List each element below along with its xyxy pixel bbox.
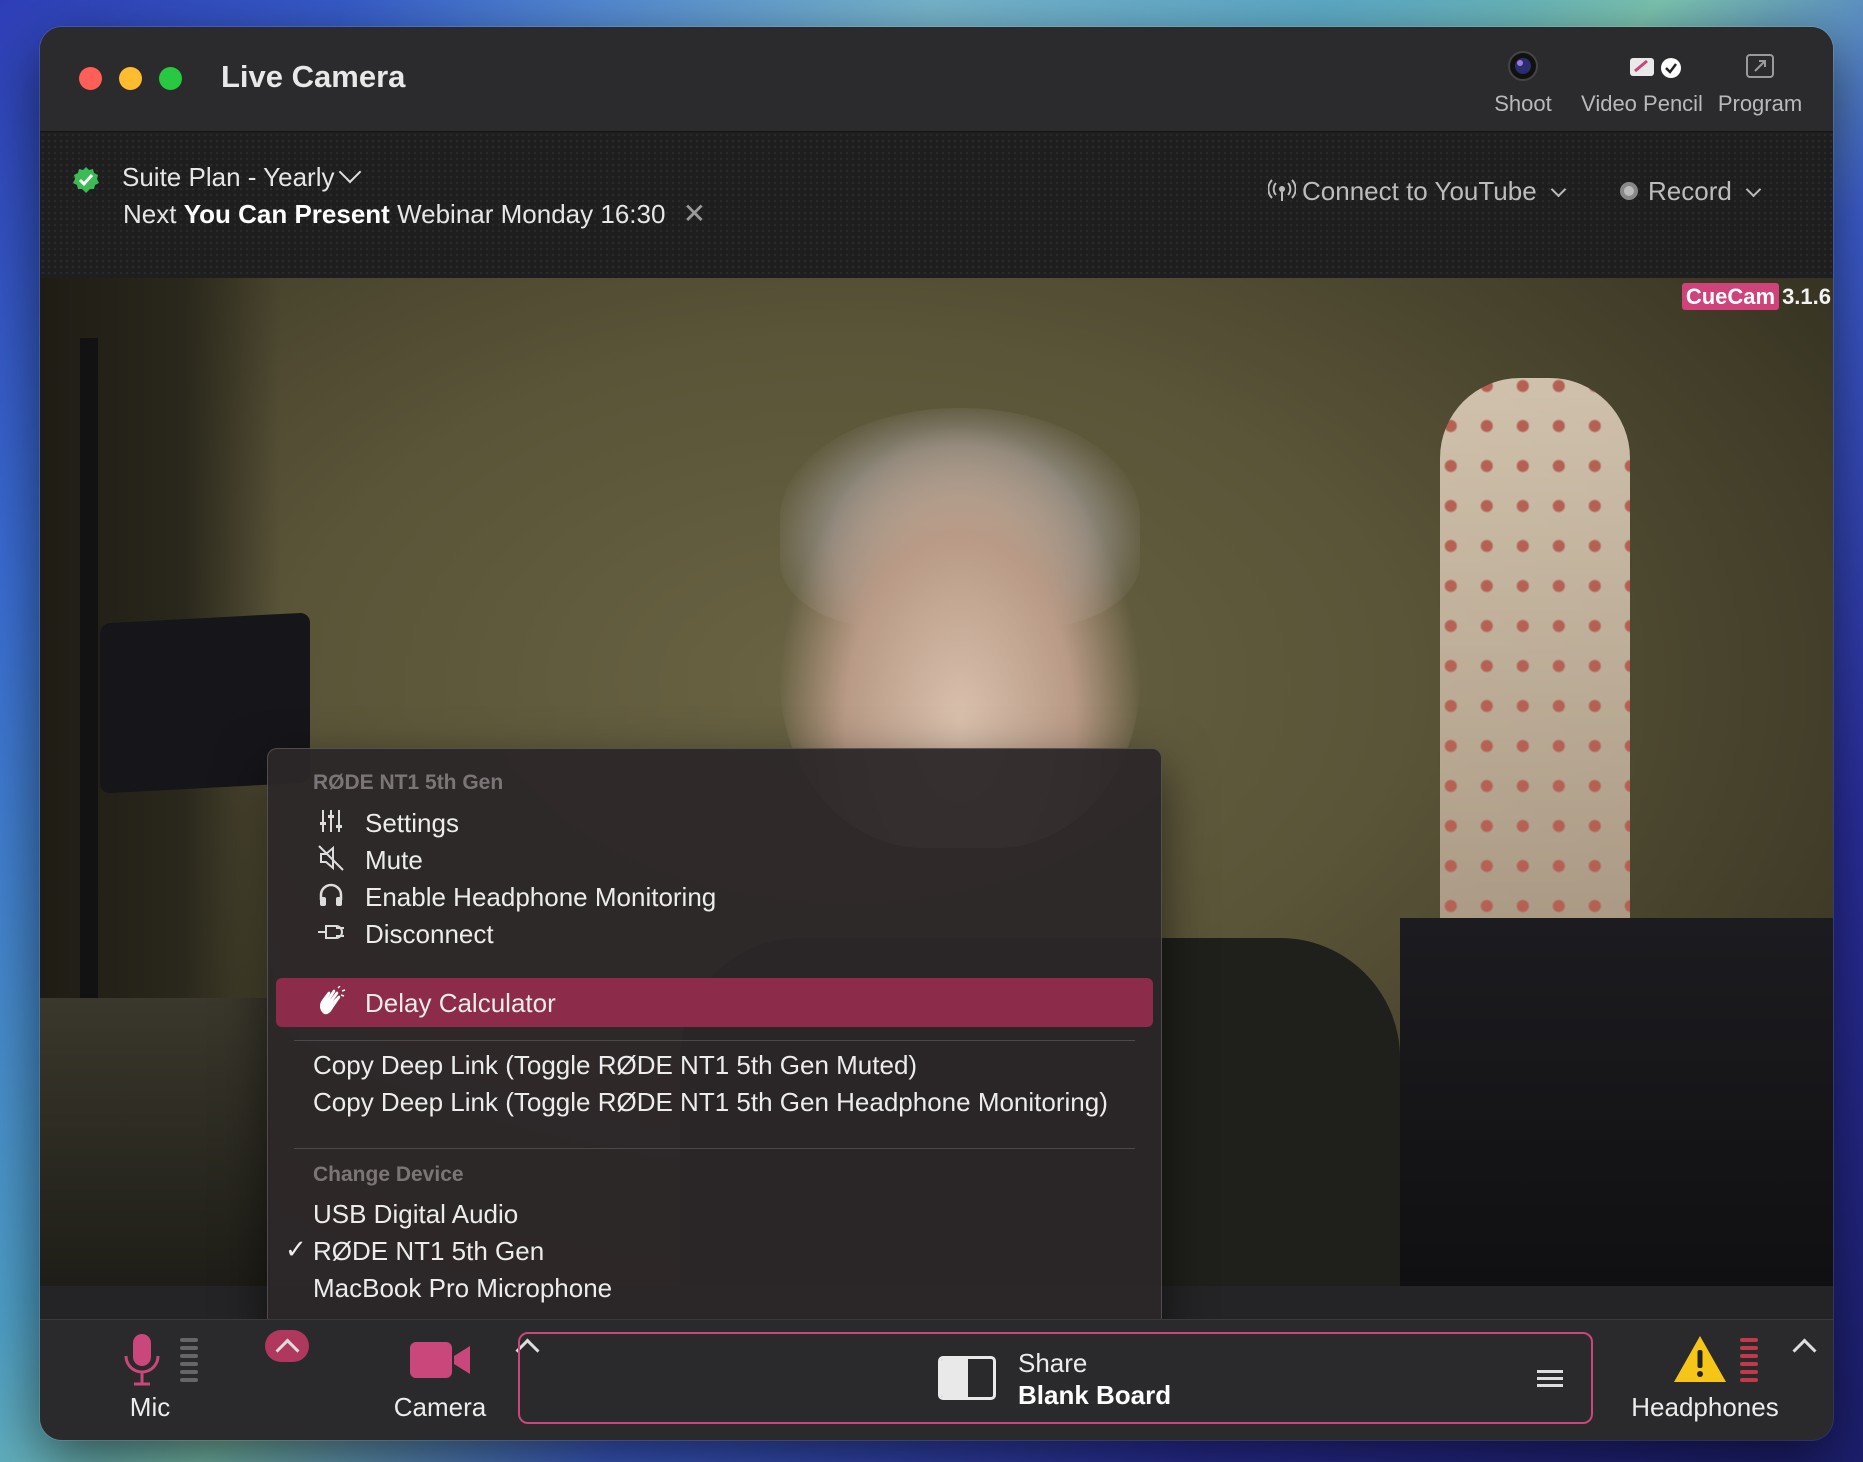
zoom-window-button[interactable] <box>159 67 182 90</box>
webinar-prefix: Next <box>123 199 177 229</box>
program-label: Program <box>1717 91 1803 116</box>
mic-context-menu: RØDE NT1 5th Gen Settings Mute Enable He… <box>267 748 1162 1345</box>
video-pencil-button[interactable]: Video Pencil <box>1552 49 1732 117</box>
chevron-down-icon <box>1550 181 1566 198</box>
close-window-button[interactable] <box>79 67 102 90</box>
webinar-time: Webinar Monday 16:30 <box>397 199 666 229</box>
chevron-down-icon <box>339 160 362 184</box>
background-chair <box>1400 918 1833 1286</box>
share-target-label: Blank Board <box>1018 1380 1172 1410</box>
video-camera-icon <box>410 1342 470 1378</box>
menu-item-device-usb-digital-audio[interactable]: USB Digital Audio <box>268 1195 1161 1233</box>
menu-item-copy-deep-link-monitoring[interactable]: Copy Deep Link (Toggle RØDE NT1 5th Gen … <box>268 1083 1161 1121</box>
menu-item-label: Enable Headphone Monitoring <box>365 882 717 912</box>
webinar-notice: Next You Can Present Webinar Monday 16:3… <box>123 197 706 230</box>
minimize-window-button[interactable] <box>119 67 142 90</box>
bottom-toolbar: Mic Camera Share Blank Board Headphones <box>40 1319 1833 1440</box>
headphones-icon <box>319 883 343 906</box>
plan-label: Suite Plan - Yearly <box>122 162 335 192</box>
chevron-up-icon <box>275 1338 300 1363</box>
headphones-label: Headphones <box>1631 1392 1779 1422</box>
webinar-name: You Can Present <box>183 199 390 229</box>
menu-divider <box>294 1040 1135 1041</box>
program-button[interactable]: Program <box>1710 49 1810 117</box>
brand-label: CueCam <box>1681 283 1780 310</box>
broadcast-icon <box>1267 179 1297 202</box>
record-label: Record <box>1648 176 1732 206</box>
headphones-level-meter <box>1740 1338 1758 1386</box>
mic-level-meter <box>180 1338 198 1386</box>
mic-button[interactable]: Mic <box>110 1332 250 1432</box>
share-label: Share <box>1018 1348 1088 1378</box>
chevron-down-icon <box>1745 181 1762 198</box>
menu-change-device-header: Change Device <box>313 1163 464 1186</box>
headphones-options-button[interactable] <box>1782 1330 1826 1363</box>
window-title: Live Camera <box>221 59 406 94</box>
menu-item-device-rode-nt1[interactable]: ✓ RØDE NT1 5th Gen <box>268 1232 1161 1270</box>
chevron-up-icon <box>1792 1338 1817 1363</box>
menu-item-label: RØDE NT1 5th Gen <box>313 1236 545 1266</box>
info-bar: Suite Plan - Yearly Next You Can Present… <box>40 132 1833 278</box>
menu-item-label: MacBook Pro Microphone <box>313 1273 613 1303</box>
checkmark-icon: ✓ <box>285 1234 307 1264</box>
menu-item-mute[interactable]: Mute <box>268 841 1161 879</box>
verified-badge-icon <box>73 167 99 193</box>
menu-item-label: Delay Calculator <box>365 988 556 1018</box>
camera-label: Camera <box>393 1392 487 1422</box>
plan-selector[interactable]: Suite Plan - Yearly <box>122 160 362 193</box>
mic-label: Mic <box>129 1392 171 1422</box>
speaker-muted-icon <box>318 845 344 871</box>
microphone-icon <box>124 1334 160 1386</box>
sliders-icon <box>320 810 342 832</box>
menu-item-label: Mute <box>365 845 423 875</box>
connect-youtube-button[interactable]: Connect to YouTube <box>1267 176 1566 207</box>
menu-item-label: Copy Deep Link (Toggle RØDE NT1 5th Gen … <box>313 1050 918 1080</box>
menu-item-settings[interactable]: Settings <box>268 804 1161 842</box>
camera-button[interactable]: Camera <box>350 1332 500 1432</box>
dismiss-icon[interactable]: ✕ <box>683 197 706 230</box>
record-button[interactable]: Record <box>1620 176 1762 207</box>
menu-item-label: Settings <box>365 808 459 838</box>
menu-item-copy-deep-link-muted[interactable]: Copy Deep Link (Toggle RØDE NT1 5th Gen … <box>268 1046 1161 1084</box>
menu-item-delay-calculator[interactable]: Delay Calculator <box>268 984 1161 1022</box>
title-bar: Live Camera Shoot Video Pencil Program <box>40 27 1833 132</box>
camera-lens-icon <box>1508 51 1538 81</box>
menu-divider <box>294 1148 1135 1149</box>
background-shelf <box>40 998 270 1286</box>
connect-youtube-label: Connect to YouTube <box>1302 176 1537 206</box>
version-badge: CueCam 3.1.6 <box>1681 283 1831 310</box>
headphones-button[interactable]: Headphones <box>1630 1332 1780 1432</box>
share-blank-board-button[interactable]: Share Blank Board <box>518 1332 1593 1424</box>
warning-icon <box>1674 1336 1726 1382</box>
clap-hands-icon <box>319 986 346 1015</box>
menu-item-headphone-monitoring[interactable]: Enable Headphone Monitoring <box>268 878 1161 916</box>
split-view-icon <box>938 1356 996 1400</box>
plug-icon <box>318 925 344 939</box>
version-label: 3.1.6 <box>1782 284 1831 309</box>
menu-item-disconnect[interactable]: Disconnect <box>268 915 1161 953</box>
menu-item-label: Disconnect <box>365 919 494 949</box>
checkmark-badge-icon <box>1661 58 1681 78</box>
app-window: Live Camera Shoot Video Pencil Program S… <box>40 27 1833 1440</box>
video-pencil-icon <box>1630 58 1654 76</box>
menu-icon[interactable] <box>1537 1370 1563 1391</box>
mic-options-button[interactable] <box>265 1330 309 1363</box>
menu-item-device-macbook-mic[interactable]: MacBook Pro Microphone <box>268 1269 1161 1307</box>
record-icon <box>1620 182 1638 201</box>
menu-item-label: Copy Deep Link (Toggle RØDE NT1 5th Gen … <box>313 1087 1108 1117</box>
menu-item-label: USB Digital Audio <box>313 1199 519 1229</box>
video-pencil-label: Video Pencil <box>1581 91 1703 116</box>
expand-icon <box>1746 54 1774 78</box>
menu-device-header: RØDE NT1 5th Gen <box>313 771 504 794</box>
